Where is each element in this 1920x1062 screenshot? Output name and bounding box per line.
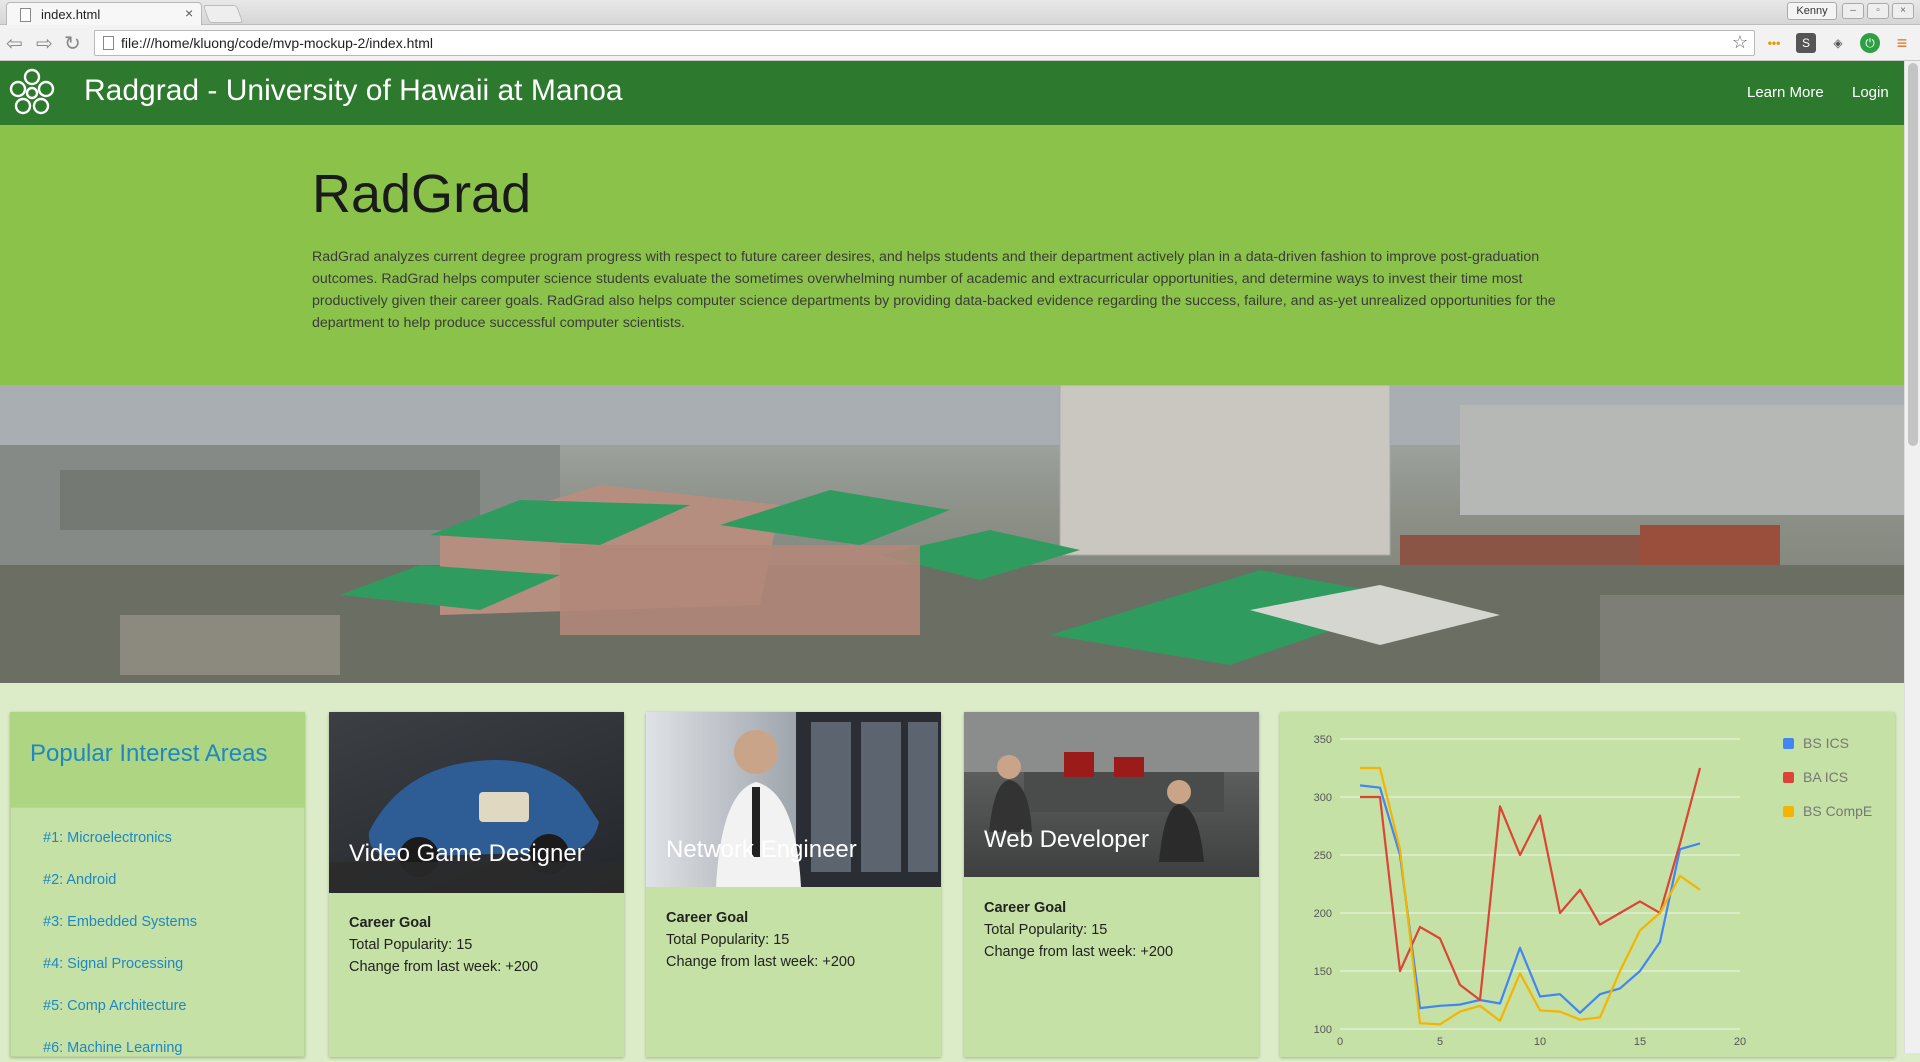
career-label: Career Goal	[984, 900, 1067, 916]
browser-toolbar: ⇦ ⇨ ↻ file:///home/kluong/code/mvp-mocku…	[0, 25, 1920, 61]
page-icon	[20, 8, 31, 22]
legend-swatch	[1783, 806, 1794, 817]
interests-header: Popular Interest Areas	[10, 712, 305, 807]
career-label: Career Goal	[349, 915, 432, 931]
menu-icon[interactable]: ≡	[1892, 33, 1912, 53]
series-line-bs-compe	[1360, 766, 1701, 1026]
degree-trend-chart: 100 150 200 250 300 350 0 5 10 15 20 BS ICS BA ICS BS…	[1314, 734, 1873, 1048]
tab-title: index.html	[41, 7, 101, 22]
career-popularity: Total Popularity: 15	[349, 937, 473, 953]
minimize-icon[interactable]: –	[1842, 3, 1864, 19]
hero-title: RadGrad	[312, 164, 532, 224]
interest-link[interactable]: #2: Android	[43, 872, 116, 888]
career-card[interactable]: Video Game Designer Career Goal Total Po…	[329, 712, 624, 1057]
y-tick-label: 350	[1314, 734, 1332, 746]
x-tick-label: 0	[1337, 1036, 1343, 1048]
y-tick-label: 200	[1314, 908, 1332, 920]
hero-section: RadGrad RadGrad analyzes current degree …	[0, 125, 1904, 385]
legend-label: BS CompE	[1803, 803, 1872, 819]
career-popularity: Total Popularity: 15	[666, 932, 790, 948]
legend-swatch	[1783, 738, 1794, 749]
career-title: Video Game Designer	[349, 840, 585, 867]
campus-aerial-photo	[0, 385, 1904, 683]
legend-label: BA ICS	[1803, 769, 1848, 785]
login-link[interactable]: Login	[1852, 84, 1889, 101]
extension-icon[interactable]: •••	[1764, 33, 1784, 53]
extension-icon[interactable]: S	[1796, 33, 1816, 53]
web-developer-image: Web Developer	[964, 712, 1259, 877]
user-profile-button[interactable]: Kenny	[1787, 2, 1837, 20]
page-scrollbar[interactable]	[1904, 61, 1920, 1053]
career-change: Change from last week: +200	[349, 959, 539, 975]
interest-link[interactable]: #6: Machine Learning	[43, 1040, 182, 1056]
network-engineer-image: Network Engineer	[646, 712, 941, 887]
scrollbar-thumb[interactable]	[1908, 63, 1918, 446]
career-change: Change from last week: +200	[984, 944, 1174, 960]
interest-link[interactable]: #1: Microelectronics	[43, 830, 172, 846]
new-tab-button[interactable]	[202, 5, 244, 23]
back-icon[interactable]: ⇦	[6, 31, 23, 56]
window-close-icon[interactable]: ×	[1892, 3, 1914, 19]
y-tick-label: 300	[1314, 792, 1332, 804]
career-card[interactable]: Web Developer Career Goal Total Populari…	[964, 712, 1259, 1057]
extension-icon[interactable]: ⏻	[1860, 33, 1880, 53]
x-tick-label: 15	[1634, 1036, 1646, 1048]
bookmark-star-icon[interactable]: ☆	[1732, 32, 1748, 53]
career-title: Network Engineer	[666, 836, 857, 863]
hero-description: RadGrad analyzes current degree program …	[312, 249, 1556, 331]
career-card[interactable]: Network Engineer Career Goal Total Popul…	[646, 712, 941, 1057]
maximize-icon[interactable]: ▫	[1867, 3, 1889, 19]
legend-swatch	[1783, 772, 1794, 783]
series-line-bs-ics	[1359, 784, 1701, 1014]
forward-icon[interactable]: ⇨	[36, 31, 53, 56]
x-tick-label: 10	[1534, 1036, 1546, 1048]
site-navbar: Radgrad - University of Hawaii at Manoa …	[0, 61, 1904, 125]
page-icon	[103, 36, 114, 50]
y-tick-label: 250	[1314, 850, 1332, 862]
career-popularity: Total Popularity: 15	[984, 922, 1108, 938]
career-label: Career Goal	[666, 910, 749, 926]
url-text[interactable]: file:///home/kluong/code/mvp-mockup-2/in…	[121, 35, 433, 51]
learn-more-link[interactable]: Learn More	[1747, 84, 1824, 101]
career-change: Change from last week: +200	[666, 954, 856, 970]
interest-link[interactable]: #5: Comp Architecture	[43, 998, 186, 1014]
interest-link[interactable]: #3: Embedded Systems	[43, 914, 197, 930]
y-tick-label: 100	[1314, 1024, 1332, 1036]
popular-interests-card: Popular Interest Areas #1: Microelectron…	[10, 712, 305, 1057]
reload-icon[interactable]: ↻	[64, 31, 81, 56]
interests-list: #1: Microelectronics #2: Android #3: Emb…	[10, 807, 305, 1057]
degree-trend-chart-card: 100 150 200 250 300 350 0 5 10 15 20 BS ICS BA ICS BS…	[1280, 712, 1895, 1057]
interests-title: Popular Interest Areas	[30, 740, 268, 767]
x-tick-label: 5	[1437, 1036, 1443, 1048]
browser-tab[interactable]: index.html ×	[6, 2, 202, 25]
y-tick-label: 150	[1314, 966, 1332, 978]
interest-link[interactable]: #4: Signal Processing	[43, 956, 183, 972]
radgrad-logo-icon	[9, 68, 55, 115]
career-title: Web Developer	[984, 826, 1149, 853]
address-bar[interactable]: file:///home/kluong/code/mvp-mockup-2/in…	[94, 30, 1755, 56]
x-tick-label: 20	[1734, 1036, 1746, 1048]
legend-label: BS ICS	[1803, 735, 1849, 751]
extension-icon[interactable]: ◈	[1828, 33, 1848, 53]
series-line-ba-ics	[1360, 767, 1702, 1002]
browser-tabstrip: index.html × Kenny – ▫ ×	[0, 0, 1920, 25]
close-icon[interactable]: ×	[185, 5, 193, 21]
video-game-designer-image: Video Game Designer	[329, 712, 624, 893]
site-brand[interactable]: Radgrad - University of Hawaii at Manoa	[84, 74, 623, 108]
